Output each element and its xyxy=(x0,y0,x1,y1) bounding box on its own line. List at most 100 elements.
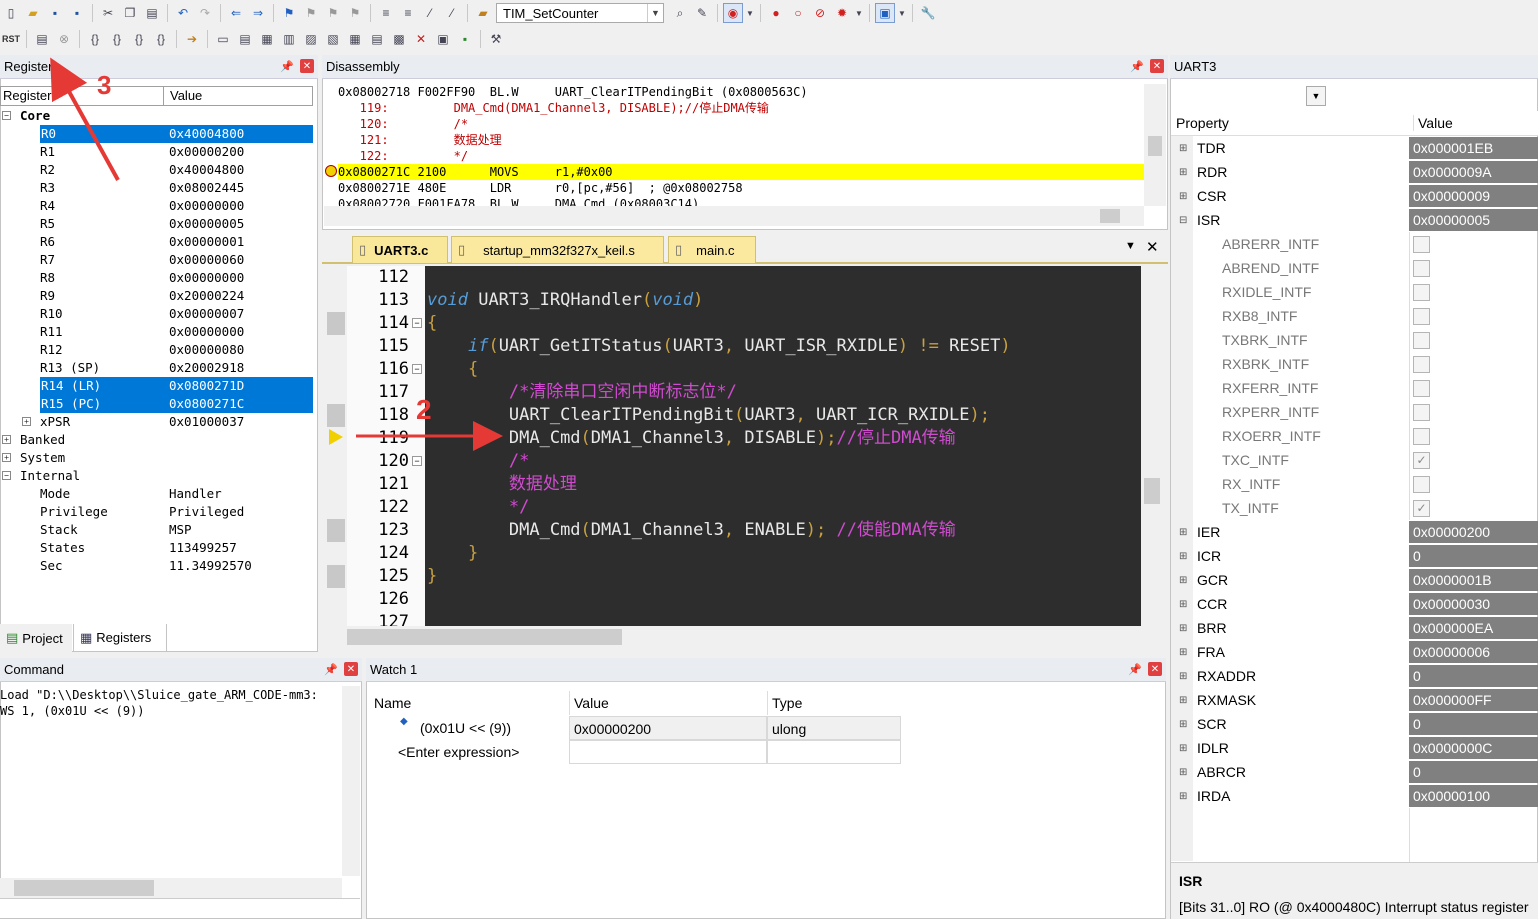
expand-icon[interactable]: ⊞ xyxy=(1179,191,1187,202)
collapse-icon[interactable]: ⊟ xyxy=(1179,215,1187,226)
isr-bit-checkbox[interactable] xyxy=(1413,428,1430,445)
watch-col-type[interactable]: Type xyxy=(767,691,901,715)
scroll-thumb[interactable] xyxy=(14,880,154,896)
expand-icon[interactable]: ⊞ xyxy=(1179,767,1187,778)
property-row[interactable]: ⊞ RXMASK 0x000000FF xyxy=(1171,688,1538,712)
isr-bit-row[interactable]: RXPERR_INTF xyxy=(1171,400,1538,424)
property-value[interactable]: 0 xyxy=(1409,665,1538,687)
isr-bit-checkbox[interactable] xyxy=(1413,380,1430,397)
expand-icon[interactable]: ⊞ xyxy=(1179,623,1187,634)
property-value[interactable]: 0x00000005 xyxy=(1409,209,1538,231)
isr-bit-name: ABRERR_INTF xyxy=(1222,236,1320,252)
isr-bit-row[interactable]: RXBRK_INTF xyxy=(1171,352,1538,376)
expand-icon[interactable]: ⊞ xyxy=(1179,719,1187,730)
watch-enter-expression[interactable]: <Enter expression> xyxy=(394,740,569,764)
expand-icon[interactable]: ⊞ xyxy=(1179,743,1187,754)
isr-bit-row[interactable]: RXB8_INTF xyxy=(1171,304,1538,328)
property-row[interactable]: ⊞ TDR 0x000001EB xyxy=(1171,136,1538,160)
property-value[interactable]: 0 xyxy=(1409,761,1538,783)
expand-icon[interactable]: ⊞ xyxy=(1179,671,1187,682)
command-title: Command xyxy=(4,662,64,677)
command-vscroll[interactable] xyxy=(342,686,360,876)
pin-icon[interactable]: 📌 xyxy=(324,663,338,676)
property-value[interactable]: 0x0000001B xyxy=(1409,569,1538,591)
close-icon[interactable]: ✕ xyxy=(1148,662,1162,676)
property-row[interactable]: ⊞ IRDA 0x00000100 xyxy=(1171,784,1538,808)
isr-bit-checkbox[interactable] xyxy=(1413,308,1430,325)
watch-col-value[interactable]: Value xyxy=(569,691,767,715)
uart3-toolbar-dropdown[interactable]: ▼ xyxy=(1306,86,1326,106)
isr-bit-checkbox[interactable] xyxy=(1413,476,1430,493)
isr-bit-row[interactable]: ABREND_INTF xyxy=(1171,256,1538,280)
grid-divider xyxy=(1409,256,1410,280)
isr-bit-checkbox[interactable] xyxy=(1413,236,1430,253)
isr-bit-row[interactable]: RXIDLE_INTF xyxy=(1171,280,1538,304)
pin-icon[interactable]: 📌 xyxy=(1128,663,1142,676)
watch-row-value[interactable]: 0x00000200 xyxy=(569,716,767,740)
property-row[interactable]: ⊞ SCR 0 xyxy=(1171,712,1538,736)
property-row[interactable]: ⊞ RDR 0x0000009A xyxy=(1171,160,1538,184)
property-row[interactable]: ⊞ ICR 0 xyxy=(1171,544,1538,568)
isr-bit-checkbox[interactable] xyxy=(1413,356,1430,373)
property-value[interactable]: 0 xyxy=(1409,713,1538,735)
property-row[interactable]: ⊞ CCR 0x00000030 xyxy=(1171,592,1538,616)
isr-bit-checkbox[interactable] xyxy=(1413,260,1430,277)
expand-icon[interactable]: ⊞ xyxy=(1179,143,1187,154)
close-icon[interactable]: ✕ xyxy=(344,662,358,676)
property-name: BRR xyxy=(1197,620,1227,636)
isr-bit-checkbox[interactable] xyxy=(1413,332,1430,349)
isr-bit-checkbox[interactable]: ✓ xyxy=(1413,452,1430,469)
watch-empty-type xyxy=(767,740,901,764)
property-name: ICR xyxy=(1197,548,1222,564)
expand-icon[interactable]: ⊞ xyxy=(1179,647,1187,658)
isr-bit-checkbox[interactable] xyxy=(1413,404,1430,421)
annotation-label-3: 3 xyxy=(97,70,112,100)
isr-bit-row[interactable]: RX_INTF xyxy=(1171,472,1538,496)
property-row[interactable]: ⊞ IDLR 0x0000000C xyxy=(1171,736,1538,760)
isr-bit-row[interactable]: TXBRK_INTF xyxy=(1171,328,1538,352)
property-value[interactable]: 0x000000EA xyxy=(1409,617,1538,639)
grid-divider xyxy=(1409,496,1410,520)
property-row[interactable]: ⊞ IER 0x00000200 xyxy=(1171,520,1538,544)
isr-bit-checkbox[interactable]: ✓ xyxy=(1413,500,1430,517)
property-value[interactable]: 0x00000009 xyxy=(1409,185,1538,207)
expand-icon[interactable]: ⊞ xyxy=(1179,575,1187,586)
isr-bit-row[interactable]: RXFERR_INTF xyxy=(1171,376,1538,400)
property-row[interactable]: ⊞ GCR 0x0000001B xyxy=(1171,568,1538,592)
isr-bit-row[interactable]: TXC_INTF ✓ xyxy=(1171,448,1538,472)
expand-icon[interactable]: ⊞ xyxy=(1179,791,1187,802)
expand-icon[interactable]: ⊞ xyxy=(1179,551,1187,562)
expand-icon[interactable]: ⊞ xyxy=(1179,167,1187,178)
isr-bit-checkbox[interactable] xyxy=(1413,284,1430,301)
property-value[interactable]: 0x000001EB xyxy=(1409,137,1538,159)
expand-icon[interactable]: ⊞ xyxy=(1179,599,1187,610)
property-row[interactable]: ⊞ FRA 0x00000006 xyxy=(1171,640,1538,664)
property-value[interactable]: 0x00000030 xyxy=(1409,593,1538,615)
isr-bit-name: TXBRK_INTF xyxy=(1222,332,1308,348)
property-value[interactable]: 0x000000FF xyxy=(1409,689,1538,711)
property-row[interactable]: ⊞ RXADDR 0 xyxy=(1171,664,1538,688)
command-input[interactable] xyxy=(0,898,360,918)
property-value[interactable]: 0x0000000C xyxy=(1409,737,1538,759)
expand-icon[interactable]: ⊞ xyxy=(1179,527,1187,538)
isr-bit-row[interactable]: TX_INTF ✓ xyxy=(1171,496,1538,520)
isr-bit-row[interactable]: RXOERR_INTF xyxy=(1171,424,1538,448)
property-value[interactable]: 0x00000200 xyxy=(1409,521,1538,543)
property-row[interactable]: ⊞ ABRCR 0 xyxy=(1171,760,1538,784)
property-value[interactable]: 0x00000100 xyxy=(1409,785,1538,807)
property-value[interactable]: 0x00000006 xyxy=(1409,641,1538,663)
expand-icon[interactable]: ⊞ xyxy=(1179,695,1187,706)
watch-col-name[interactable]: Name xyxy=(370,691,569,715)
watch-row-name[interactable]: (0x01U << (9)) xyxy=(416,716,569,740)
property-value[interactable]: 0 xyxy=(1409,545,1538,567)
isr-bit-name: RXPERR_INTF xyxy=(1222,404,1320,420)
command-hscroll[interactable] xyxy=(0,878,342,898)
property-name: CSR xyxy=(1197,188,1227,204)
isr-bit-row[interactable]: ABRERR_INTF xyxy=(1171,232,1538,256)
property-row[interactable]: ⊞ BRR 0x000000EA xyxy=(1171,616,1538,640)
property-value[interactable]: 0x0000009A xyxy=(1409,161,1538,183)
property-row[interactable]: ⊞ CSR 0x00000009 xyxy=(1171,184,1538,208)
property-row[interactable]: ⊟ ISR 0x00000005 xyxy=(1171,208,1538,232)
property-name: ABRCR xyxy=(1197,764,1247,780)
isr-bit-name: ABREND_INTF xyxy=(1222,260,1320,276)
